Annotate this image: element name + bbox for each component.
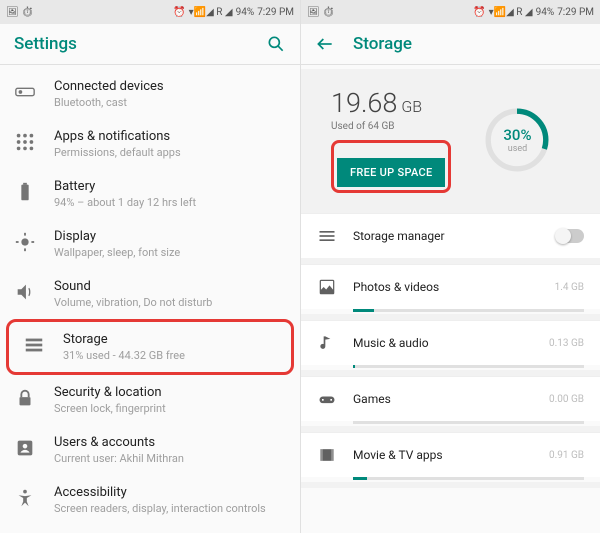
row-label: Display xyxy=(54,229,180,244)
row-label: Users & accounts xyxy=(54,435,184,450)
storage-summary: 19.68 GB Used of 64 GB FREE UP SPACE 30%… xyxy=(301,69,600,213)
search-icon[interactable] xyxy=(266,34,286,54)
usage-donut: 30%used xyxy=(481,104,553,176)
settings-row-sound[interactable]: Sound Volume, vibration, Do not disturb xyxy=(0,269,300,319)
category-row-movie[interactable]: Movie & TV apps 0.91 GB xyxy=(301,432,600,477)
settings-list: Connected devices Bluetooth, cast Apps & n… xyxy=(0,69,300,533)
used-unit: GB xyxy=(401,97,422,116)
row-subtitle: Permissions, default apps xyxy=(54,146,181,159)
settings-pane: 🖼 ⏱ ⏰ ▾📶◢ R ◢ 94% 7:29 PM Settings Conne… xyxy=(0,0,300,533)
category-bar xyxy=(353,365,584,368)
storage-manager-toggle[interactable] xyxy=(556,229,584,243)
row-label: Security & location xyxy=(54,385,166,400)
category-value: 0.91 GB xyxy=(549,450,584,461)
battery-pct: 94% xyxy=(236,7,255,18)
user-icon xyxy=(14,437,36,459)
used-of: Used of 64 GB xyxy=(331,121,451,132)
category-value: 0.00 GB xyxy=(549,394,584,405)
sound-icon xyxy=(14,281,36,303)
game-icon xyxy=(317,389,337,409)
acc-icon xyxy=(14,487,36,509)
category-list: Photos & videos 1.4 GB Music & audio 0.13 G… xyxy=(301,264,600,488)
settings-row-grid[interactable]: Apps & notifications Permissions, default… xyxy=(0,119,300,169)
category-bar xyxy=(353,477,584,480)
donut-pct: 30% xyxy=(503,126,531,144)
status-bar: 🖼 ⏱ ⏰ ▾📶◢ R ◢ 94% 7:29 PM xyxy=(0,0,300,24)
row-label: Storage xyxy=(63,332,185,347)
status-bar: 🖼 ⏱ ⏰ ▾📶◢ R ◢ 94% 7:29 PM xyxy=(301,0,600,24)
category-label: Music & audio xyxy=(353,336,533,350)
storage-manager-label: Storage manager xyxy=(353,229,540,243)
row-subtitle: 94% – about 1 day 12 hrs left xyxy=(54,196,196,209)
clock: 7:29 PM xyxy=(557,7,594,18)
settings-row-bright[interactable]: Display Wallpaper, sleep, font size xyxy=(0,219,300,269)
settings-row-lock[interactable]: Security & location Screen lock, fingerpr… xyxy=(0,375,300,425)
lock-icon xyxy=(14,387,36,409)
alarm-icon: ⏰ xyxy=(473,7,485,18)
row-subtitle: Screen lock, fingerprint xyxy=(54,402,166,415)
row-subtitle: 31% used - 44.32 GB free xyxy=(63,349,185,362)
storage-icon xyxy=(317,226,337,246)
category-label: Movie & TV apps xyxy=(353,448,533,462)
settings-row-user[interactable]: Users & accounts Current user: Akhil Mith… xyxy=(0,425,300,475)
highlight-box: FREE UP SPACE xyxy=(331,140,451,193)
row-subtitle: Bluetooth, cast xyxy=(54,96,164,109)
appbar: Storage xyxy=(301,24,600,64)
row-subtitle: Screen readers, display, interaction con… xyxy=(54,502,266,515)
row-subtitle: Volume, vibration, Do not disturb xyxy=(54,296,212,309)
page-title: Storage xyxy=(353,34,586,54)
storage-manager-row[interactable]: Storage manager xyxy=(301,213,600,258)
battery-pct: 94% xyxy=(536,7,555,18)
page-title: Settings xyxy=(14,34,248,54)
link-icon xyxy=(14,81,36,103)
category-value: 1.4 GB xyxy=(555,282,584,293)
free-up-space-button[interactable]: FREE UP SPACE xyxy=(337,158,445,187)
music-icon xyxy=(317,333,337,353)
signal-icons: ▾📶◢ R ◢ xyxy=(489,7,533,18)
row-label: Accessibility xyxy=(54,485,266,500)
notif-icons: 🖼 ⏱ xyxy=(307,7,335,18)
category-bar xyxy=(353,421,584,424)
divider xyxy=(301,64,600,65)
grid-icon xyxy=(14,131,36,153)
used-amount: 19.68 xyxy=(331,87,397,119)
category-row-game[interactable]: Games 0.00 GB xyxy=(301,376,600,421)
category-value: 0.13 GB xyxy=(549,338,584,349)
bright-icon xyxy=(14,231,36,253)
storage-icon xyxy=(23,334,45,356)
divider xyxy=(301,482,600,488)
alarm-icon: ⏰ xyxy=(173,7,185,18)
category-label: Games xyxy=(353,392,533,406)
category-label: Photos & videos xyxy=(353,280,539,294)
batt-icon xyxy=(14,181,36,203)
movie-icon xyxy=(317,445,337,465)
category-row-music[interactable]: Music & audio 0.13 GB xyxy=(301,320,600,365)
notif-icons: 🖼 ⏱ xyxy=(6,7,34,18)
row-label: Apps & notifications xyxy=(54,129,181,144)
row-label: Battery xyxy=(54,179,196,194)
row-label: Sound xyxy=(54,279,212,294)
signal-icons: ▾📶◢ R ◢ xyxy=(189,7,233,18)
settings-row-acc[interactable]: Accessibility Screen readers, display, in… xyxy=(0,475,300,525)
settings-row-link[interactable]: Connected devices Bluetooth, cast xyxy=(0,69,300,119)
donut-label: used xyxy=(508,144,527,154)
category-row-photo[interactable]: Photos & videos 1.4 GB xyxy=(301,264,600,309)
photo-icon xyxy=(317,277,337,297)
category-bar xyxy=(353,309,584,312)
storage-pane: 🖼 ⏱ ⏰ ▾📶◢ R ◢ 94% 7:29 PM Storage 19.68 … xyxy=(300,0,600,533)
settings-row-batt[interactable]: Battery 94% – about 1 day 12 hrs left xyxy=(0,169,300,219)
settings-row-storage[interactable]: Storage 31% used - 44.32 GB free xyxy=(6,319,294,375)
divider xyxy=(0,64,300,65)
row-subtitle: Wallpaper, sleep, font size xyxy=(54,246,180,259)
back-icon[interactable] xyxy=(315,34,335,54)
row-label: Connected devices xyxy=(54,79,164,94)
clock: 7:29 PM xyxy=(257,7,294,18)
row-subtitle: Current user: Akhil Mithran xyxy=(54,452,184,465)
appbar: Settings xyxy=(0,24,300,64)
